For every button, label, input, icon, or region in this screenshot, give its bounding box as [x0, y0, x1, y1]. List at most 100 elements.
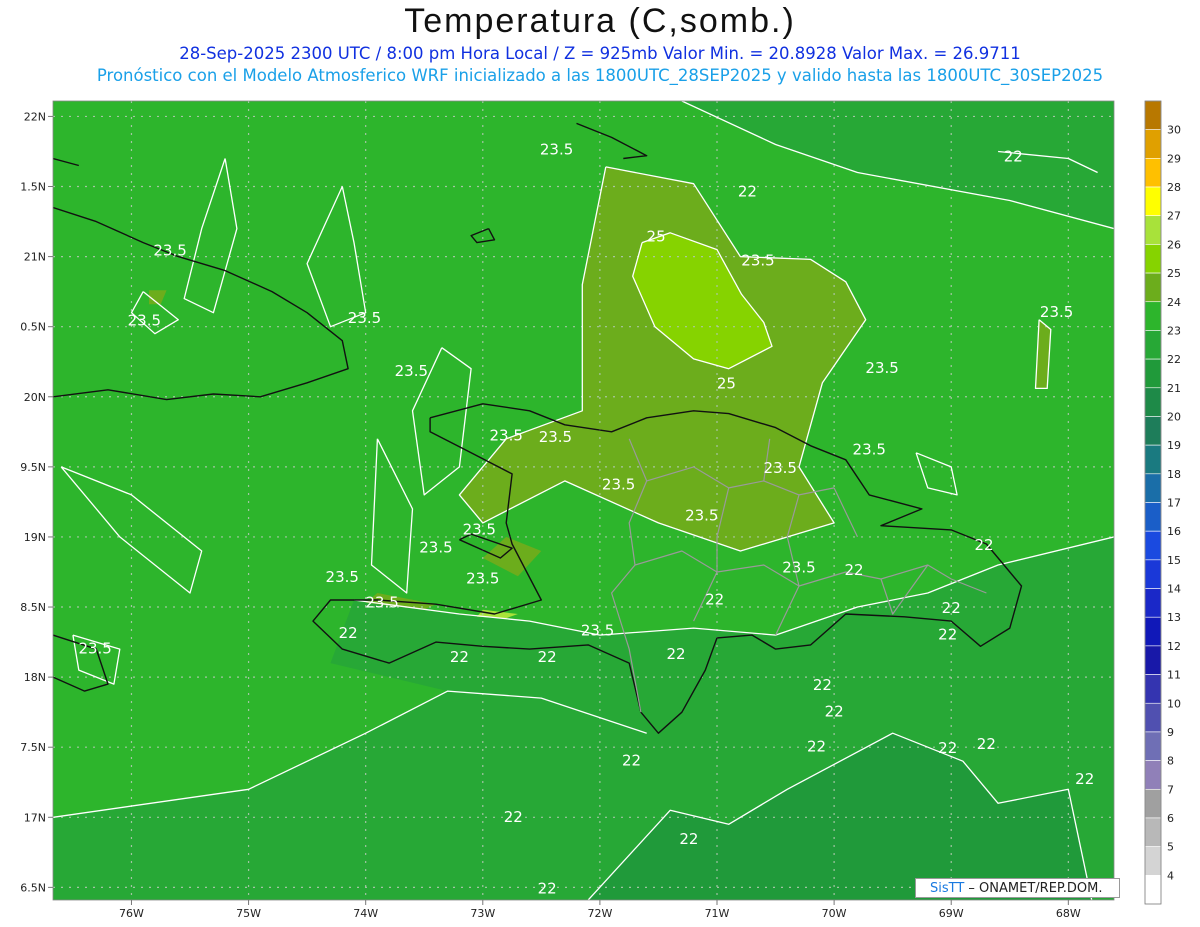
- colorbar-swatch: [1144, 588, 1162, 618]
- colorbar-label: 17: [1167, 497, 1181, 510]
- colorbar-label: 28: [1167, 181, 1181, 194]
- colorbar-label: 27: [1167, 210, 1181, 223]
- lat-tick-label: 1.5N: [20, 181, 46, 194]
- colorbar-swatch: [1144, 559, 1162, 589]
- contour-label: 22: [938, 626, 957, 644]
- lat-tick-label: 7.5N: [20, 741, 46, 754]
- colorbar-label: 12: [1167, 640, 1181, 653]
- colorbar-label: 29: [1167, 152, 1181, 165]
- contour-label: 22: [622, 752, 641, 770]
- colorbar-label: 25: [1167, 267, 1181, 280]
- colorbar-label: 30: [1167, 124, 1181, 137]
- colorbar-label: 22: [1167, 353, 1181, 366]
- contour-label: 23.5: [365, 593, 398, 611]
- lat-tick-label: 22N: [24, 110, 46, 123]
- contour-label: 22: [942, 599, 961, 617]
- colorbar-swatch: [1144, 473, 1162, 503]
- colorbar-label: 20: [1167, 410, 1181, 423]
- contour-label: 22: [666, 645, 685, 663]
- lat-tick-label: 20N: [24, 391, 46, 404]
- contour-label: 23.5: [853, 441, 886, 459]
- colorbar-swatch: [1144, 817, 1162, 847]
- colorbar-label: 6: [1167, 812, 1174, 825]
- colorbar-label: 5: [1167, 841, 1174, 854]
- colorbar-label: 14: [1167, 583, 1181, 596]
- contour-label: 23.5: [741, 251, 774, 269]
- colorbar-label: 16: [1167, 525, 1181, 538]
- colorbar-label: 4: [1167, 869, 1174, 882]
- contour-label: 23.5: [128, 312, 161, 330]
- contour-label: 22: [1075, 770, 1094, 788]
- colorbar-swatch: [1144, 731, 1162, 761]
- lat-tick-label: 21N: [24, 251, 46, 264]
- contour-label: 22: [738, 183, 757, 201]
- colorbar-swatch: [1144, 875, 1162, 905]
- contour-label: 23.5: [539, 428, 572, 446]
- lon-tick-label: 72W: [587, 907, 612, 920]
- contour-label: 25: [647, 227, 666, 245]
- contour-label: 23.5: [419, 539, 452, 557]
- lat-tick-label: 18N: [24, 671, 46, 684]
- contour-label: 22: [679, 830, 698, 848]
- colorbar-swatch: [1144, 186, 1162, 217]
- lon-tick-label: 70W: [822, 907, 847, 920]
- colorbar-swatch: [1144, 502, 1162, 532]
- contour-label: 22: [450, 648, 469, 666]
- colorbar-label: 15: [1167, 554, 1181, 567]
- colorbar-swatch: [1144, 444, 1162, 475]
- lon-tick-label: 68W: [1056, 907, 1081, 920]
- contour-label: 23.5: [490, 427, 523, 445]
- lat-tick-label: 17N: [24, 811, 46, 824]
- contour-label: 23.5: [1040, 303, 1073, 321]
- credit-organization: – ONAMET/REP.DOM.: [964, 881, 1103, 896]
- lon-tick-label: 74W: [353, 907, 378, 920]
- lat-tick-label: 0.5N: [20, 321, 46, 334]
- lon-tick-label: 69W: [939, 907, 964, 920]
- contour-label: 22: [538, 648, 557, 666]
- colorbar-swatch: [1144, 358, 1162, 389]
- colorbar: 30 29 28 27 26 25 24 23 22 21 20 19 18 17 16 15 14 13 12 11…: [1144, 100, 1181, 905]
- contour-label: 23.5: [865, 359, 898, 377]
- lon-tick-label: 76W: [119, 907, 144, 920]
- lon-tick-label: 73W: [470, 907, 495, 920]
- colorbar-label: 18: [1167, 468, 1181, 481]
- contour-label: 23.5: [78, 640, 111, 658]
- colorbar-label: 24: [1167, 296, 1181, 309]
- colorbar-swatch: [1144, 788, 1162, 819]
- colorbar-swatch: [1144, 846, 1162, 876]
- contour-label: 23.5: [764, 459, 797, 477]
- colorbar-label: 11: [1167, 669, 1181, 682]
- contour-label: 23.5: [348, 309, 381, 327]
- colorbar-label: 13: [1167, 611, 1181, 624]
- contour-label: 22: [938, 739, 957, 757]
- lat-tick-label: 6.5N: [20, 881, 46, 894]
- colorbar-label: 21: [1167, 382, 1181, 395]
- contour-label: 23.5: [540, 141, 573, 159]
- credit-box: SisTT – ONAMET/REP.DOM.: [915, 878, 1120, 898]
- colorbar-label: 26: [1167, 238, 1181, 251]
- colorbar-swatch: [1144, 330, 1162, 360]
- contour-label: 23.5: [581, 621, 614, 639]
- colorbar-swatch: [1144, 272, 1162, 303]
- contour-label: 22: [807, 738, 826, 756]
- colorbar-label: 8: [1167, 755, 1174, 768]
- contour-label: 22: [339, 624, 358, 642]
- contour-label: 23.5: [685, 506, 718, 524]
- colorbar-label: 9: [1167, 726, 1174, 739]
- contour-label: 22: [538, 879, 557, 897]
- colorbar-swatch: [1144, 674, 1162, 704]
- contour-label: 23.5: [782, 558, 815, 576]
- contour-label: 22: [705, 591, 724, 609]
- lon-tick-label: 75W: [236, 907, 261, 920]
- colorbar-label: 10: [1167, 697, 1181, 710]
- contour-label: 22: [974, 536, 993, 554]
- colorbar-label: 23: [1167, 324, 1181, 337]
- contour-label: 22: [844, 561, 863, 579]
- sistt-logo-text: SisTT: [930, 881, 965, 896]
- colorbar-swatch: [1144, 530, 1162, 561]
- lat-tick-label: 19N: [24, 531, 46, 544]
- contour-label: 23.5: [326, 568, 359, 586]
- contour-label: 23.5: [602, 476, 635, 494]
- colorbar-swatch: [1144, 301, 1162, 331]
- temperature-map: 23.5 22 22 25 23.5 23.5 23.5 23.5 23.5 23.5 25 23.5…: [20, 100, 1181, 920]
